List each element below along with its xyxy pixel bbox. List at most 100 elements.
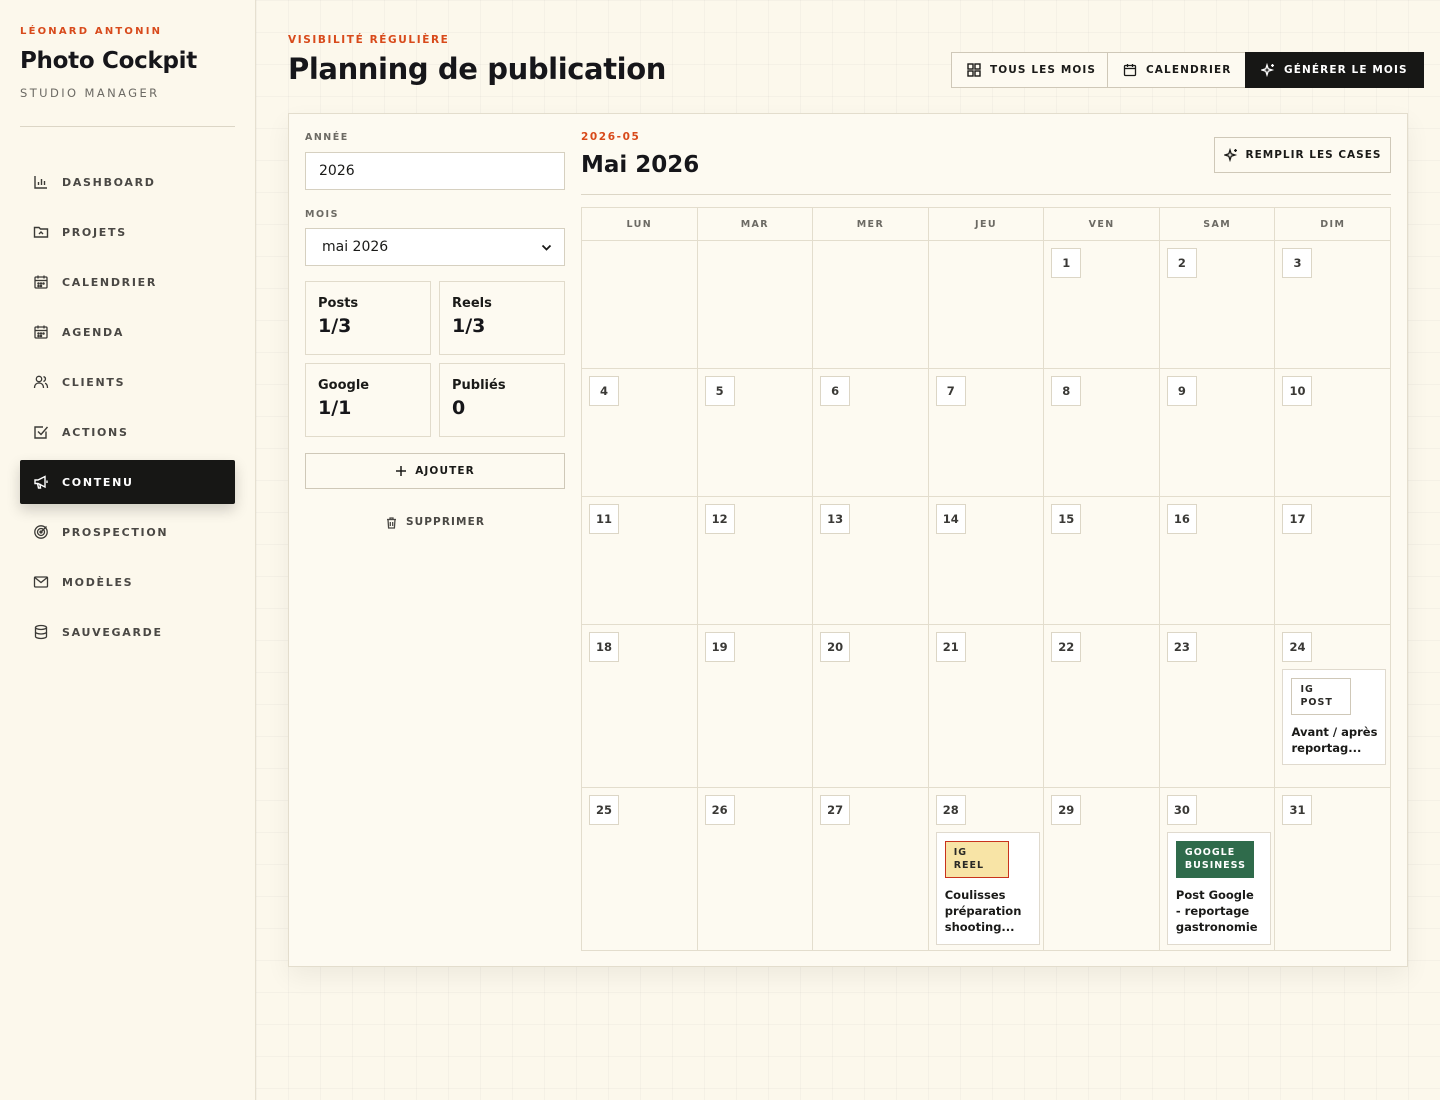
day-number: 31 bbox=[1282, 795, 1313, 825]
calendar-day-cell[interactable]: 25 bbox=[582, 788, 698, 950]
calendar-view-button[interactable]: CALENDRIER bbox=[1107, 52, 1248, 88]
event-title: Post Google - reportage gastronomie bbox=[1175, 887, 1258, 935]
calendar-day-cell[interactable]: 20 bbox=[813, 625, 929, 787]
stat-label: Publiés bbox=[452, 378, 506, 393]
calendar-day-cell[interactable]: 4 bbox=[582, 369, 698, 496]
stat-label: Posts bbox=[318, 296, 359, 311]
calendar-day-cell[interactable]: 24 IG POST Avant / après reportag... bbox=[1275, 625, 1390, 787]
calendar-view-label: CALENDRIER bbox=[1146, 64, 1232, 76]
sidebar-item-contenu[interactable]: CONTENU bbox=[20, 460, 235, 504]
calendar-day-cell[interactable]: 14 bbox=[929, 497, 1045, 624]
planning-panel: ANNÉE MOIS mai 2026 Posts 1/3 Reels 1/3 … bbox=[288, 113, 1408, 967]
year-label: ANNÉE bbox=[305, 132, 349, 143]
calendar-day-cell[interactable]: 9 bbox=[1160, 369, 1276, 496]
calendar-day-cell[interactable]: 15 bbox=[1044, 497, 1160, 624]
sparkles-icon bbox=[1261, 63, 1275, 77]
calendar-day-cell[interactable]: 5 bbox=[698, 369, 814, 496]
delete-button[interactable]: SUPPRIMER bbox=[305, 512, 565, 532]
sidebar-item-label: AGENDA bbox=[62, 325, 125, 339]
calendar-day-cell[interactable]: 18 bbox=[582, 625, 698, 787]
stat-value: 1/3 bbox=[318, 315, 352, 337]
calendar-icon bbox=[33, 274, 49, 290]
calendar-day-cell[interactable]: 11 bbox=[582, 497, 698, 624]
fill-cells-button[interactable]: REMPLIR LES CASES bbox=[1214, 137, 1391, 173]
brand-subtitle: STUDIO MANAGER bbox=[20, 86, 160, 100]
day-number: 16 bbox=[1166, 504, 1197, 534]
calendar-day-cell[interactable]: 10 bbox=[1275, 369, 1390, 496]
day-number: 17 bbox=[1282, 504, 1313, 534]
day-number: 21 bbox=[935, 632, 966, 662]
calendar-day-cell[interactable]: 17 bbox=[1275, 497, 1390, 624]
calendar-week-row: 11 12 13 14 15 16 17 bbox=[582, 497, 1390, 625]
calendar-day-cell[interactable]: 30 GOOGLE BUSINESS Post Google - reportage… bbox=[1160, 788, 1276, 950]
users-icon bbox=[33, 374, 49, 390]
brand-owner: LÉONARD ANTONIN bbox=[20, 26, 163, 37]
grid-icon bbox=[967, 63, 981, 77]
sidebar-item-label: DASHBOARD bbox=[62, 175, 156, 189]
calendar-day-cell[interactable]: 12 bbox=[698, 497, 814, 624]
calendar-month-title: Mai 2026 bbox=[581, 152, 700, 178]
calendar-day-cell[interactable]: 8 bbox=[1044, 369, 1160, 496]
calendar-day-cell[interactable]: 16 bbox=[1160, 497, 1276, 624]
day-number: 12 bbox=[704, 504, 735, 534]
month-select[interactable]: mai 2026 bbox=[305, 228, 565, 266]
calendar-day-cell[interactable]: 2 bbox=[1160, 241, 1276, 368]
calendar-day-cell[interactable]: 26 bbox=[698, 788, 814, 950]
sidebar-item-projets[interactable]: PROJETS bbox=[20, 210, 235, 254]
page-title: Planning de publication bbox=[288, 52, 666, 86]
content-event-card[interactable]: IG REEL Coulisses préparation shooting... bbox=[935, 832, 1040, 945]
year-input[interactable] bbox=[305, 152, 565, 190]
day-number: 4 bbox=[589, 376, 619, 406]
generate-month-button[interactable]: GÉNÉRER LE MOIS bbox=[1245, 52, 1424, 88]
calendar-day-cell[interactable]: 27 bbox=[813, 788, 929, 950]
bar-chart-icon bbox=[33, 174, 49, 190]
calendar-week-row: 18 19 20 21 22 23 24 IG POST Avant / après repor… bbox=[582, 625, 1390, 788]
stat-reels: Reels 1/3 bbox=[439, 281, 565, 355]
calendar-day-cell[interactable]: 19 bbox=[698, 625, 814, 787]
target-icon bbox=[33, 524, 49, 540]
calendar-day-cell[interactable]: 31 bbox=[1275, 788, 1390, 950]
day-number: 23 bbox=[1166, 632, 1197, 662]
stat-google: Google 1/1 bbox=[305, 363, 431, 437]
sidebar-item-prospection[interactable]: PROSPECTION bbox=[20, 510, 235, 554]
calendar-day-cell[interactable]: 3 bbox=[1275, 241, 1390, 368]
weekday-label: DIM bbox=[1320, 218, 1346, 230]
add-button[interactable]: AJOUTER bbox=[305, 453, 565, 489]
database-icon bbox=[33, 624, 49, 640]
day-number: 5 bbox=[704, 376, 735, 406]
sidebar-item-label: PROJETS bbox=[62, 225, 127, 239]
day-number: 18 bbox=[589, 632, 619, 662]
day-number: 24 bbox=[1282, 632, 1313, 662]
sidebar-item-agenda[interactable]: AGENDA bbox=[20, 310, 235, 354]
all-months-button[interactable]: TOUS LES MOIS bbox=[951, 52, 1113, 88]
weekday-label: LUN bbox=[582, 208, 698, 240]
calendar-day-cell[interactable]: 6 bbox=[813, 369, 929, 496]
sidebar-item-dashboard[interactable]: DASHBOARD bbox=[20, 160, 235, 204]
calendar-day-cell bbox=[929, 241, 1045, 368]
day-number: 30 bbox=[1166, 795, 1197, 825]
calendar-day-cell[interactable]: 22 bbox=[1044, 625, 1160, 787]
month-select-value: mai 2026 bbox=[322, 239, 389, 255]
calendar-week-row: 25 26 27 28 IG REEL Coulisses préparation sho… bbox=[582, 788, 1390, 950]
sidebar-item-modeles[interactable]: MODÈLES bbox=[20, 560, 235, 604]
sidebar-item-clients[interactable]: CLIENTS bbox=[20, 360, 235, 404]
day-number: 20 bbox=[820, 632, 851, 662]
generate-month-label: GÉNÉRER LE MOIS bbox=[1284, 64, 1408, 76]
day-number: 15 bbox=[1051, 504, 1082, 534]
calendar-day-cell[interactable]: 21 bbox=[929, 625, 1045, 787]
content-event-card[interactable]: IG POST Avant / après reportag... bbox=[1282, 669, 1387, 766]
content-event-card[interactable]: GOOGLE BUSINESS Post Google - reportage g… bbox=[1166, 832, 1271, 945]
sidebar-item-actions[interactable]: ACTIONS bbox=[20, 410, 235, 454]
day-number: 28 bbox=[935, 795, 966, 825]
calendar-icon bbox=[1123, 63, 1137, 77]
calendar-day-cell[interactable]: 28 IG REEL Coulisses préparation shooting.… bbox=[929, 788, 1045, 950]
calendar-day-cell[interactable]: 7 bbox=[929, 369, 1045, 496]
event-title: Coulisses préparation shooting... bbox=[944, 887, 1022, 935]
delete-label: SUPPRIMER bbox=[405, 516, 486, 528]
calendar-day-cell[interactable]: 13 bbox=[813, 497, 929, 624]
calendar-day-cell[interactable]: 23 bbox=[1160, 625, 1276, 787]
sidebar-item-calendrier[interactable]: CALENDRIER bbox=[20, 260, 235, 304]
calendar-day-cell[interactable]: 29 bbox=[1044, 788, 1160, 950]
sidebar-item-sauvegarde[interactable]: SAUVEGARDE bbox=[20, 610, 235, 654]
calendar-day-cell[interactable]: 1 bbox=[1044, 241, 1160, 368]
